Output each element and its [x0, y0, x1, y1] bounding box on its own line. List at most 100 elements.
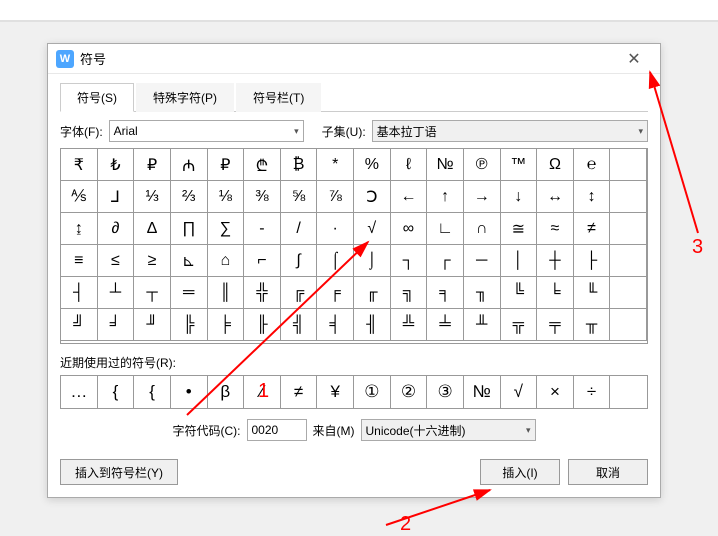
recent-symbol-cell[interactable]: • [171, 376, 208, 408]
symbol-cell[interactable]: ╟ [244, 309, 281, 341]
symbol-cell[interactable]: ⅃ [98, 181, 135, 213]
recent-symbol-cell[interactable]: № [464, 376, 501, 408]
symbol-cell[interactable] [610, 245, 647, 277]
symbol-cell[interactable]: ℓ [391, 149, 428, 181]
symbol-cell[interactable]: ║ [208, 277, 245, 309]
symbol-cell[interactable]: ⅔ [171, 181, 208, 213]
symbol-cell[interactable] [610, 309, 647, 341]
symbol-cell[interactable]: ↕ [574, 181, 611, 213]
symbol-cell[interactable]: ⊾ [171, 245, 208, 277]
tab-symbolbar[interactable]: 符号栏(T) [236, 83, 321, 112]
symbol-cell[interactable]: ╦ [501, 309, 538, 341]
symbol-cell[interactable]: ╣ [281, 309, 318, 341]
insert-button[interactable]: 插入(I) [480, 459, 560, 485]
symbol-cell[interactable]: ≡ [61, 245, 98, 277]
symbol-cell[interactable]: ₿ [281, 149, 318, 181]
symbol-cell[interactable]: ≅ [501, 213, 538, 245]
recent-symbol-cell[interactable]: { [134, 376, 171, 408]
symbol-cell[interactable] [610, 213, 647, 245]
recent-symbol-cell[interactable]: ③ [427, 376, 464, 408]
symbol-cell[interactable]: ⅍ [61, 181, 98, 213]
symbol-cell[interactable]: √ [354, 213, 391, 245]
symbol-cell[interactable]: ╒ [317, 277, 354, 309]
insert-to-bar-button[interactable]: 插入到符号栏(Y) [60, 459, 178, 485]
symbol-cell[interactable]: ≥ [134, 245, 171, 277]
recent-symbol-cell[interactable]: ② [391, 376, 428, 408]
tab-symbols[interactable]: 符号(S) [60, 83, 134, 112]
symbol-cell[interactable]: Ↄ [354, 181, 391, 213]
symbol-cell[interactable]: ╚ [501, 277, 538, 309]
symbol-cell[interactable]: ┌ [427, 245, 464, 277]
symbol-cell[interactable]: / [281, 213, 318, 245]
symbol-cell[interactable]: ╢ [354, 309, 391, 341]
symbol-cell[interactable]: ╔ [281, 277, 318, 309]
symbol-cell[interactable]: ╬ [244, 277, 281, 309]
symbol-cell[interactable]: ⌠ [317, 245, 354, 277]
symbol-cell[interactable]: ≠ [574, 213, 611, 245]
symbol-cell[interactable]: ↔ [537, 181, 574, 213]
symbol-cell[interactable]: ╘ [537, 277, 574, 309]
symbol-cell[interactable] [610, 181, 647, 213]
symbol-cell[interactable]: ∂ [98, 213, 135, 245]
symbol-cell[interactable]: ╩ [391, 309, 428, 341]
symbol-cell[interactable]: ⅜ [244, 181, 281, 213]
symbol-cell[interactable]: ┤ [61, 277, 98, 309]
recent-symbol-cell[interactable]: … [61, 376, 98, 408]
symbol-cell[interactable]: ℗ [464, 149, 501, 181]
font-dropdown[interactable]: Arial ▾ [109, 120, 304, 142]
symbol-cell[interactable]: ↑ [427, 181, 464, 213]
symbol-cell[interactable]: ╓ [354, 277, 391, 309]
symbol-cell[interactable]: ┴ [98, 277, 135, 309]
symbol-cell[interactable]: ₼ [171, 149, 208, 181]
symbol-cell[interactable]: ╙ [574, 277, 611, 309]
tab-special[interactable]: 特殊字符(P) [136, 83, 234, 112]
symbol-cell[interactable]: * [317, 149, 354, 181]
symbol-cell[interactable]: ⌡ [354, 245, 391, 277]
symbol-cell[interactable] [610, 149, 647, 181]
subset-dropdown[interactable]: 基本拉丁语 ▾ [372, 120, 648, 142]
recent-symbol-cell[interactable]: { [98, 376, 135, 408]
symbol-cell[interactable]: ├ [574, 245, 611, 277]
symbol-cell[interactable]: ₽ [134, 149, 171, 181]
symbol-cell[interactable]: ╛ [98, 309, 135, 341]
symbol-cell[interactable]: ╖ [464, 277, 501, 309]
recent-symbol-cell[interactable] [610, 376, 647, 408]
symbol-cell[interactable]: № [427, 149, 464, 181]
symbol-cell[interactable]: ∫ [281, 245, 318, 277]
symbol-cell[interactable]: - [244, 213, 281, 245]
symbol-cell[interactable]: ∞ [391, 213, 428, 245]
symbol-cell[interactable]: % [354, 149, 391, 181]
char-code-input[interactable] [247, 419, 307, 441]
symbol-cell[interactable]: ℮ [574, 149, 611, 181]
symbol-cell[interactable]: ╗ [391, 277, 428, 309]
symbol-cell[interactable]: ∆ [134, 213, 171, 245]
recent-symbol-cell[interactable]: ÷ [574, 376, 611, 408]
symbol-cell[interactable]: ⌐ [244, 245, 281, 277]
recent-symbol-cell[interactable]: ¥ [317, 376, 354, 408]
symbol-cell[interactable]: │ [501, 245, 538, 277]
symbol-cell[interactable]: ₽ [208, 149, 245, 181]
symbol-cell[interactable]: ↨ [61, 213, 98, 245]
symbol-cell[interactable]: ┬ [134, 277, 171, 309]
recent-symbol-cell[interactable]: × [537, 376, 574, 408]
recent-symbol-cell[interactable]: ≠ [281, 376, 318, 408]
symbol-cell[interactable]: ∟ [427, 213, 464, 245]
symbol-cell[interactable]: ╧ [427, 309, 464, 341]
symbol-cell[interactable]: ∑ [208, 213, 245, 245]
symbol-cell[interactable]: ⅓ [134, 181, 171, 213]
symbol-cell[interactable]: ₹ [61, 149, 98, 181]
symbol-cell[interactable]: ⅛ [208, 181, 245, 213]
symbol-cell[interactable]: ∩ [464, 213, 501, 245]
symbol-cell[interactable]: ╕ [427, 277, 464, 309]
symbol-cell[interactable]: ₾ [244, 149, 281, 181]
symbol-cell[interactable]: ╤ [537, 309, 574, 341]
symbol-cell[interactable]: ⅝ [281, 181, 318, 213]
symbol-cell[interactable]: ≈ [537, 213, 574, 245]
recent-symbol-cell[interactable]: ∕ [244, 376, 281, 408]
symbol-cell[interactable]: ← [391, 181, 428, 213]
recent-symbol-cell[interactable]: √ [501, 376, 538, 408]
symbol-cell[interactable]: ™ [501, 149, 538, 181]
symbol-cell[interactable]: ═ [171, 277, 208, 309]
symbol-cell[interactable]: ╠ [171, 309, 208, 341]
recent-symbol-cell[interactable]: ① [354, 376, 391, 408]
